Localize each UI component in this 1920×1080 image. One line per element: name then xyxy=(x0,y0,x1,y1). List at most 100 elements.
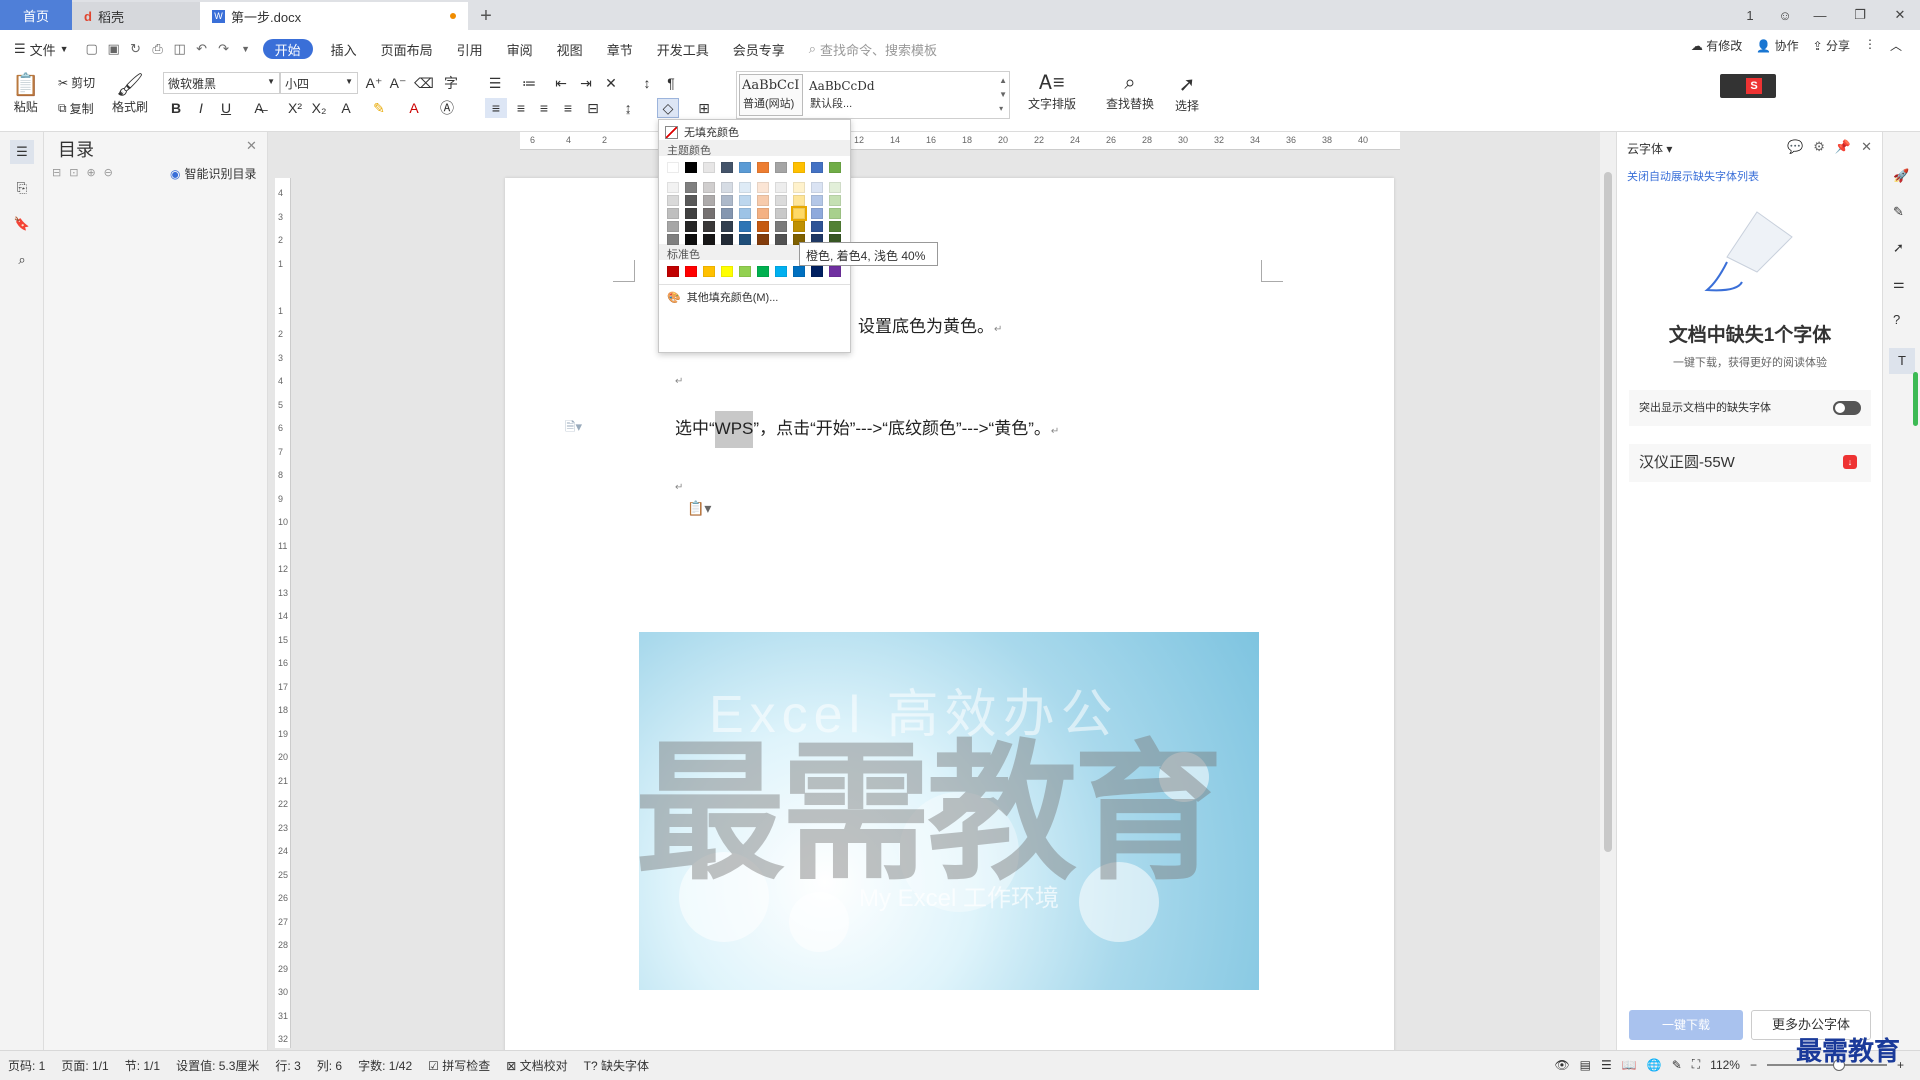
collapse-ribbon-icon[interactable]: ︿ xyxy=(1890,37,1902,54)
select-button[interactable]: ➚ 选择 xyxy=(1175,72,1199,114)
theme-color-swatch[interactable] xyxy=(757,162,769,173)
download-all-button[interactable]: 一键下载 xyxy=(1629,1010,1743,1040)
pinyin-icon[interactable]: 字 xyxy=(440,73,462,93)
rocket-icon[interactable]: 🚀 xyxy=(1893,168,1909,184)
restore-button[interactable]: ❐ xyxy=(1840,7,1880,23)
theme-color-swatch[interactable] xyxy=(757,195,769,206)
file-menu[interactable]: ☰ 文件 ▼ xyxy=(0,37,81,61)
theme-color-swatch[interactable] xyxy=(721,195,733,206)
standard-color-swatch[interactable] xyxy=(703,266,715,277)
close-icon[interactable]: ✕ xyxy=(1861,139,1872,155)
theme-color-swatch[interactable] xyxy=(793,182,805,193)
theme-color-swatch[interactable] xyxy=(775,208,787,219)
format-painter-button[interactable]: 🖌 格式刷 xyxy=(112,72,148,115)
smart-toc-button[interactable]: ◉ 智能识别目录 xyxy=(170,165,257,182)
status-section[interactable]: 节: 1/1 xyxy=(117,1057,168,1074)
theme-color-swatch[interactable] xyxy=(793,221,805,232)
print-icon[interactable]: ⎙ xyxy=(147,38,169,60)
selected-text[interactable]: WPS xyxy=(714,411,754,448)
tab-start[interactable]: 开始 xyxy=(262,39,313,59)
proofread-button[interactable]: ⊠ 文档校对 xyxy=(498,1057,575,1074)
eye-icon[interactable]: 👁 xyxy=(1554,1058,1569,1072)
theme-color-swatch[interactable] xyxy=(811,221,823,232)
status-setting[interactable]: 设置值: 5.3厘米 xyxy=(168,1057,267,1074)
font-shrink-icon[interactable]: A⁻ xyxy=(387,73,409,93)
help-icon[interactable]: ? xyxy=(1893,312,1900,327)
expand-all-icon[interactable]: ⊡ xyxy=(69,166,78,179)
standard-color-swatch[interactable] xyxy=(811,266,823,277)
theme-color-swatch[interactable] xyxy=(775,162,787,173)
paragraph-line1[interactable]: 设置底色为黄色。↵ xyxy=(858,312,1002,337)
spell-check-button[interactable]: ☑ 拼写检查 xyxy=(420,1057,498,1074)
cloud-font-title[interactable]: 云字体 ▾ xyxy=(1627,140,1672,157)
cursor-icon[interactable]: ➚ xyxy=(1893,240,1904,256)
font-grow-icon[interactable]: A⁺ xyxy=(363,73,385,93)
distribute-icon[interactable]: ⊟ xyxy=(582,98,604,118)
tab-chapter[interactable]: 章节 xyxy=(595,37,645,61)
theme-color-swatch[interactable] xyxy=(829,182,841,193)
missing-font-item[interactable]: 汉仪正圆-55W ↓ xyxy=(1629,444,1871,482)
shading-color-icon[interactable]: ◇ xyxy=(657,98,679,118)
zoom-out-icon[interactable]: − xyxy=(1750,1058,1757,1072)
theme-color-swatch[interactable] xyxy=(757,234,769,245)
tab-document[interactable]: W 第一步.docx xyxy=(200,2,468,30)
cut-button[interactable]: ✂ 剪切 xyxy=(58,74,95,91)
tab-references[interactable]: 引用 xyxy=(445,37,495,61)
avatar[interactable]: ☺ xyxy=(1770,8,1800,23)
tab-insert[interactable]: 插入 xyxy=(319,37,369,61)
decrease-indent-icon[interactable]: ⇤ xyxy=(550,73,572,93)
tab-developer[interactable]: 开发工具 xyxy=(645,37,721,61)
remove-heading-icon[interactable]: ⊖ xyxy=(104,166,113,179)
gear-icon[interactable]: ⚙ xyxy=(1813,139,1825,155)
export-icon[interactable]: ↻ xyxy=(125,38,147,60)
increase-indent-icon[interactable]: ⇥ xyxy=(575,73,597,93)
sliders-icon[interactable]: ⚌ xyxy=(1893,276,1905,292)
paste-options-icon[interactable]: 🗎▾ xyxy=(565,418,582,440)
theme-color-swatch[interactable] xyxy=(703,221,715,232)
style-default-para[interactable]: AaBbCcDd 默认段... xyxy=(807,74,887,116)
theme-color-swatch[interactable] xyxy=(721,208,733,219)
write-view-icon[interactable]: ✎ xyxy=(1672,1058,1682,1072)
redo-icon[interactable]: ↷ xyxy=(213,38,235,60)
share-button[interactable]: ⇪ 分享 xyxy=(1813,37,1850,54)
bold-icon[interactable]: B xyxy=(165,98,187,118)
highlight-missing-toggle[interactable] xyxy=(1833,401,1861,415)
clear-format-icon[interactable]: ⌫ xyxy=(413,73,435,93)
theme-color-swatch[interactable] xyxy=(793,195,805,206)
theme-color-swatch[interactable] xyxy=(757,182,769,193)
standard-color-swatch[interactable] xyxy=(775,266,787,277)
standard-color-swatch[interactable] xyxy=(829,266,841,277)
theme-color-swatch[interactable] xyxy=(667,182,679,193)
web-view-icon[interactable]: 🌐 xyxy=(1647,1058,1662,1072)
tab-page-layout[interactable]: 页面布局 xyxy=(369,37,445,61)
style-scroll-icon[interactable]: ▲ ▼ ▾ xyxy=(999,74,1007,116)
bullet-list-icon[interactable]: ☰ xyxy=(484,73,506,93)
show-marks-icon[interactable]: ¶ xyxy=(660,73,682,93)
fit-page-icon[interactable]: ⛶ xyxy=(1692,1057,1700,1072)
standard-color-swatch[interactable] xyxy=(739,266,751,277)
new-tab-button[interactable]: + xyxy=(468,2,504,30)
vertical-ruler[interactable]: 4 3 2 1 1 2 3 4 5 6 7 8 9 10 11 12 13 14 15 16 17 18 19 20 21 22 2… xyxy=(275,178,291,1048)
theme-color-swatch[interactable] xyxy=(739,208,751,219)
pin-icon[interactable]: 📌 xyxy=(1835,139,1851,155)
theme-color-swatch[interactable] xyxy=(775,195,787,206)
numbered-list-icon[interactable]: ≔ xyxy=(518,73,540,93)
subscript-icon[interactable]: X₂ xyxy=(308,98,330,118)
recorder-widget[interactable]: S xyxy=(1720,74,1776,98)
tab-count-button[interactable]: 1 xyxy=(1730,8,1770,23)
chapter-nav-icon[interactable]: ⎘ xyxy=(10,176,34,200)
theme-color-swatch[interactable] xyxy=(829,208,841,219)
font-color-icon[interactable]: A xyxy=(403,98,425,118)
no-fill-option[interactable]: 无填充颜色 xyxy=(665,124,739,140)
theme-color-swatch[interactable] xyxy=(775,221,787,232)
add-heading-icon[interactable]: ⊕ xyxy=(86,166,95,179)
theme-color-swatch[interactable] xyxy=(685,234,697,245)
cloud-font-icon[interactable]: T xyxy=(1889,348,1915,374)
status-pages[interactable]: 页面: 1/1 xyxy=(53,1057,116,1074)
more-fill-colors-option[interactable]: 🎨 其他填充颜色(M)... xyxy=(667,289,778,305)
theme-color-swatch[interactable] xyxy=(775,182,787,193)
strikethrough-icon[interactable]: A̶ xyxy=(248,98,270,118)
find-replace-button[interactable]: ⌕ 查找替换 xyxy=(1106,72,1154,112)
font-name-select[interactable]: 微软雅黑 ▼ xyxy=(163,72,280,94)
theme-color-swatch[interactable] xyxy=(739,182,751,193)
